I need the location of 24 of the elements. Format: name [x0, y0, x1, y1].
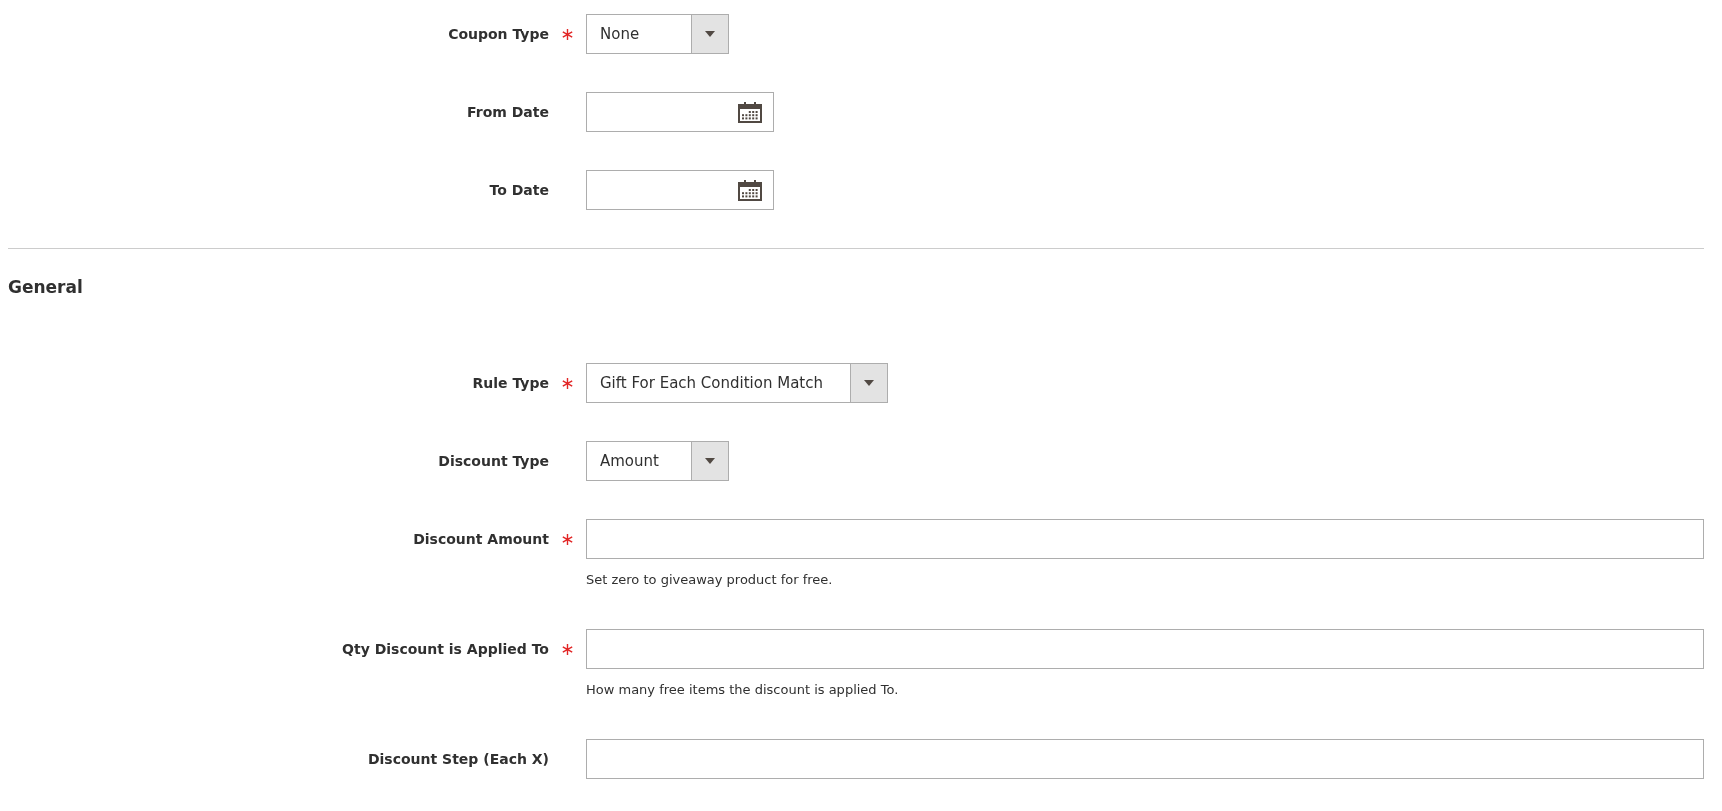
- calendar-icon[interactable]: [738, 101, 762, 123]
- field-label: Discount Type: [438, 451, 549, 471]
- date-field[interactable]: [586, 170, 774, 210]
- dropdown-value: None: [599, 23, 641, 45]
- field-label: From Date: [467, 102, 549, 122]
- section-heading: General: [8, 277, 83, 297]
- dropdown[interactable]: None: [586, 14, 729, 54]
- field-label: Discount Amount: [413, 529, 549, 549]
- field-label: Coupon Type: [448, 24, 549, 44]
- field-label: Discount Step (Each X): [367, 749, 549, 769]
- dropdown-value: Gift For Each Condition Match: [599, 372, 824, 394]
- field-label: Rule Type: [472, 373, 549, 393]
- field-note: Set zero to giveaway product for free.: [586, 571, 834, 589]
- field-note: How many free items the discount is applied To.: [586, 681, 900, 699]
- field-label: To Date: [489, 180, 549, 200]
- field-label: Qty Discount is Applied To: [342, 639, 549, 659]
- dropdown-value: Amount: [599, 450, 660, 472]
- dropdown[interactable]: Gift For Each Condition Match: [586, 363, 888, 403]
- dropdown[interactable]: Amount: [586, 441, 729, 481]
- input-field[interactable]: [586, 739, 1704, 779]
- calendar-icon[interactable]: [738, 179, 762, 201]
- input-field[interactable]: [586, 629, 1704, 669]
- date-field[interactable]: [586, 92, 774, 132]
- input-field[interactable]: [586, 519, 1704, 559]
